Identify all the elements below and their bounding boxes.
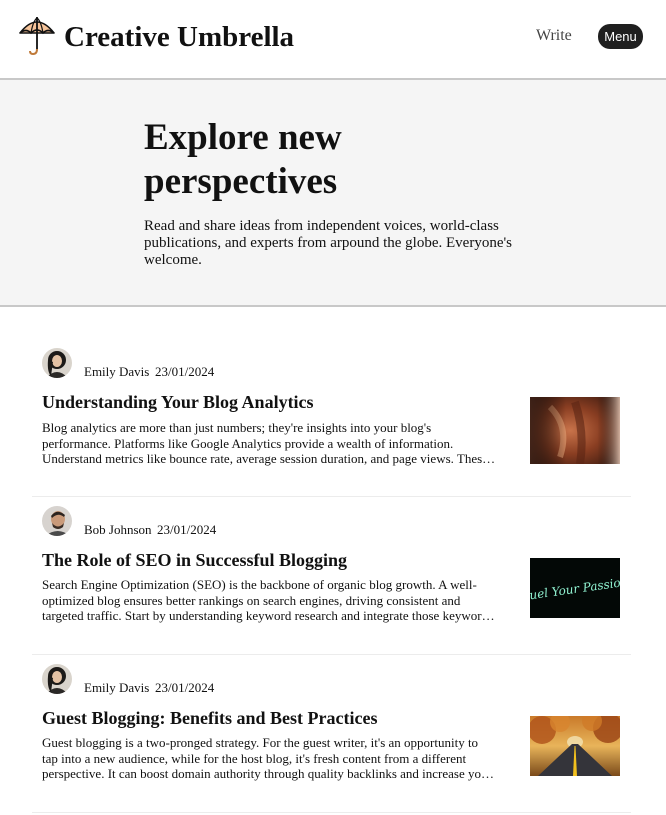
author-name[interactable]: Bob Johnson	[84, 522, 152, 538]
post-date: 23/01/2024	[157, 522, 217, 537]
article-title[interactable]: Guest Blogging: Benefits and Best Practi…	[42, 707, 377, 729]
article-card[interactable]: Emily Davis 23/01/2024 Guest Blogging: B…	[32, 655, 631, 813]
article-card[interactable]: Bob Johnson 23/01/2024 The Role of SEO i…	[32, 497, 631, 655]
site-title[interactable]: Creative Umbrella	[64, 19, 294, 55]
post-date: 23/01/2024	[155, 680, 215, 695]
article-thumbnail[interactable]: Fuel Your Passion	[530, 558, 620, 618]
article-thumbnail[interactable]	[530, 716, 620, 776]
article-excerpt: Search Engine Optimization (SEO) is the …	[42, 577, 494, 624]
hero-title: Explore new perspectives	[144, 117, 342, 202]
author-name[interactable]: Emily Davis	[84, 364, 149, 380]
post-date: 23/01/2024	[155, 364, 215, 379]
article-card[interactable]: Emily Davis 23/01/2024 Understanding You…	[32, 339, 631, 497]
article-title[interactable]: Understanding Your Blog Analytics	[42, 391, 314, 413]
site-header: Creative Umbrella Write Menu	[0, 0, 666, 80]
author-name[interactable]: Emily Davis	[84, 680, 149, 696]
hero-description: Read and share ideas from independent vo…	[144, 218, 513, 268]
umbrella-icon[interactable]	[18, 15, 56, 57]
author-avatar[interactable]	[42, 506, 72, 536]
hero-section: Explore new perspectives Read and share …	[0, 80, 666, 307]
author-avatar[interactable]	[42, 348, 72, 378]
author-avatar[interactable]	[42, 664, 72, 694]
article-title[interactable]: The Role of SEO in Successful Blogging	[42, 549, 347, 571]
write-link[interactable]: Write	[536, 26, 572, 46]
article-thumbnail[interactable]	[530, 397, 620, 464]
menu-button[interactable]: Menu	[598, 24, 643, 49]
article-excerpt: Guest blogging is a two-pronged strategy…	[42, 735, 492, 782]
article-excerpt: Blog analytics are more than just number…	[42, 420, 488, 467]
